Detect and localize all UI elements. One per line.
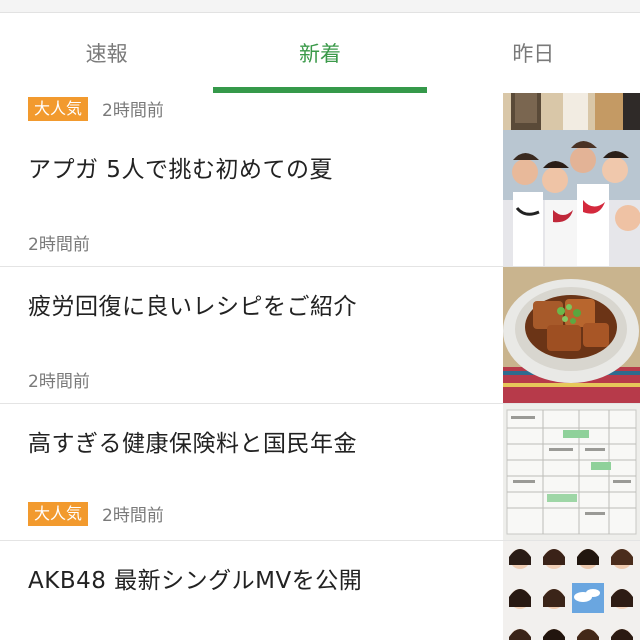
item-title: アプガ 5人で挑む初めての夏: [28, 157, 333, 183]
document-photo-thumbnail: [503, 404, 640, 540]
tab-yesterday[interactable]: 昨日: [427, 13, 640, 93]
item-time: 2時間前: [28, 235, 90, 255]
popular-badge: 大人気: [28, 96, 89, 121]
item-time: 2時間前: [102, 506, 164, 526]
item-title: 疲労回復に良いレシピをご紹介: [28, 294, 357, 320]
item-meta: 大人気 2時間前: [28, 501, 164, 526]
top-status-strip: [0, 0, 640, 13]
tab-label: 速報: [85, 42, 128, 66]
tab-breaking[interactable]: 速報: [0, 13, 213, 93]
item-title: 高すぎる健康保険料と国民年金: [28, 431, 357, 457]
news-item[interactable]: アプガ 5人で挑む初めての夏 2時間前: [0, 130, 640, 267]
fashion-photo-thumbnail: [503, 93, 640, 130]
news-item[interactable]: AKB48 最新シングルMVを公開: [0, 541, 640, 640]
portrait-grid-photo-thumbnail: [503, 541, 640, 640]
item-title: AKB48 最新シングルMVを公開: [28, 568, 363, 594]
item-meta: 大人気 2時間前: [28, 96, 164, 121]
item-time: 2時間前: [28, 372, 90, 392]
news-item[interactable]: 疲労回復に良いレシピをご紹介 2時間前: [0, 267, 640, 404]
popular-badge: 大人気: [28, 501, 89, 526]
food-photo-thumbnail: [503, 267, 640, 403]
news-feed: 大人気 2時間前 アプガ 5人で挑む初めての夏 2時間前 疲労回復に良いレシピを…: [0, 93, 640, 640]
tab-new[interactable]: 新着: [213, 13, 427, 93]
item-meta: 2時間前: [28, 230, 90, 255]
tab-label: 新着: [298, 42, 341, 66]
tab-bar: 速報 新着 昨日: [0, 13, 640, 93]
news-item[interactable]: 大人気 2時間前: [0, 93, 640, 131]
group-photo-thumbnail: [503, 130, 640, 266]
item-meta: 2時間前: [28, 367, 90, 392]
news-item[interactable]: 高すぎる健康保険料と国民年金 大人気 2時間前: [0, 404, 640, 541]
tab-label: 昨日: [512, 42, 555, 66]
item-time: 2時間前: [102, 101, 164, 121]
